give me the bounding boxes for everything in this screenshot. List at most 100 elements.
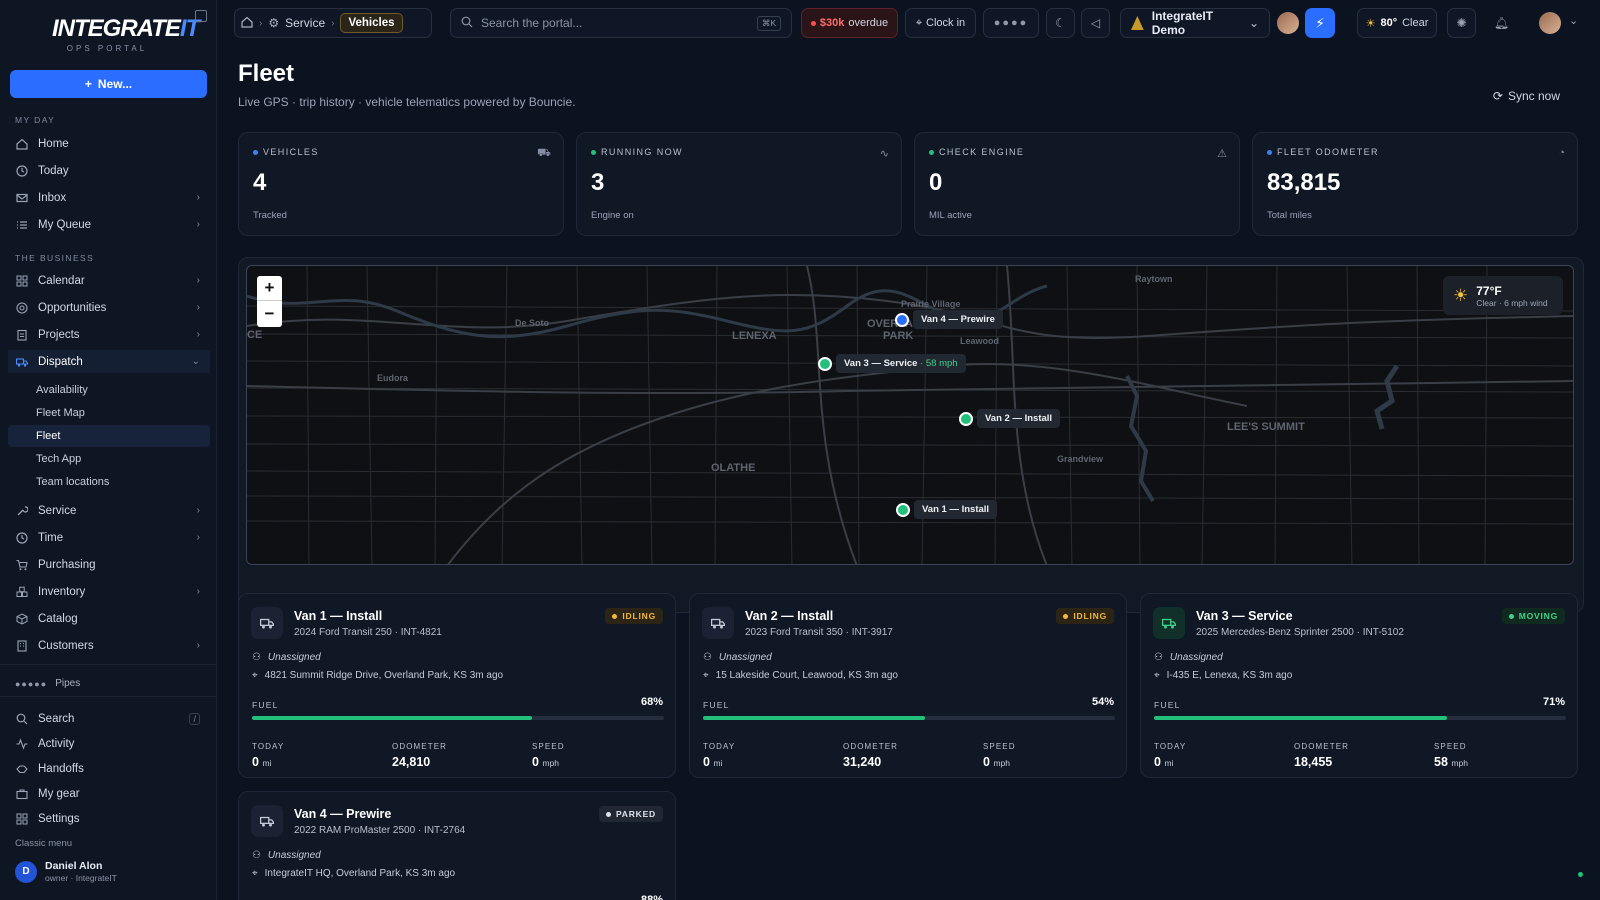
sidebar-divider	[0, 664, 217, 665]
sidebar-item-projects[interactable]: Projects ›	[8, 323, 210, 346]
activity-icon: ∿	[879, 148, 889, 160]
sidebar-item-time[interactable]: Time ›	[8, 526, 210, 549]
metric-label: TODAY	[703, 742, 736, 751]
announce-button[interactable]: ◁	[1081, 8, 1110, 38]
pipes-button[interactable]: ●●●●● Pipes	[15, 678, 80, 689]
service-gear-icon: ⚙	[268, 16, 280, 30]
breadcrumb-current[interactable]: Vehicles	[340, 13, 403, 33]
status-badge: IDLING	[1056, 608, 1114, 624]
zoom-in-button[interactable]: +	[257, 276, 282, 301]
status-dot	[1508, 613, 1514, 619]
map-marker-van4[interactable]: Van 4 — Prewire	[895, 310, 1003, 329]
sidebar-item-activity[interactable]: Activity	[8, 732, 210, 755]
map-marker-van2[interactable]: Van 2 — Install	[959, 409, 1061, 428]
sidebar-subitem-team-locations[interactable]: Team locations	[8, 471, 210, 493]
fuel-bar	[703, 716, 1115, 720]
chevron-down-icon: ⌄	[191, 356, 200, 367]
van-card[interactable]: Van 1 — Install 2024 Ford Transit 250 · I…	[238, 593, 676, 778]
avatar[interactable]	[1539, 12, 1561, 34]
sidebar-item-label: Service	[38, 504, 77, 517]
stat-note: MIL active	[929, 210, 972, 221]
sidebar-collapse-icon[interactable]	[195, 10, 207, 22]
stat-value: 0	[929, 169, 943, 196]
chevron-right-icon: ›	[196, 640, 200, 651]
truck-icon	[1153, 607, 1185, 639]
metric-speed-value: 58	[1434, 755, 1448, 769]
theme-button[interactable]: ✺	[1447, 8, 1476, 38]
sidebar-item-calendar[interactable]: Calendar ›	[8, 269, 210, 292]
metric-odometer: 31,240	[843, 755, 882, 769]
sidebar-item-customers[interactable]: Customers ›	[8, 634, 210, 657]
sidebar-item-service[interactable]: Service ›	[8, 499, 210, 522]
sidebar-subitem-fleet-map[interactable]: Fleet Map	[8, 402, 210, 424]
sidebar-item-handoffs[interactable]: Handoffs	[8, 757, 210, 780]
building-icon	[16, 639, 28, 652]
van-card[interactable]: Van 2 — Install 2023 Ford Transit 350 · I…	[689, 593, 1127, 778]
fleet-map[interactable]: Raytown Prairie Village De Soto LENEXA O…	[246, 265, 1574, 565]
search-placeholder: Search the portal...	[481, 16, 583, 30]
sidebar-item-inbox[interactable]: Inbox ›	[8, 186, 210, 209]
home-icon[interactable]	[241, 16, 253, 31]
search-icon	[16, 713, 28, 725]
map-place-label: LENEXA	[732, 330, 777, 342]
sidebar-item-home[interactable]: Home	[8, 132, 210, 155]
metric-label: SPEED	[983, 742, 1016, 751]
stat-note: Tracked	[253, 210, 287, 221]
map-weather-widget: ☀ 77°F Clear · 6 mph wind	[1443, 276, 1563, 315]
van-card[interactable]: Van 3 — Service 2025 Mercedes-Benz Sprint…	[1140, 593, 1578, 778]
pipes-label: Pipes	[55, 678, 81, 689]
sidebar-item-my-queue[interactable]: My Queue ›	[8, 213, 210, 236]
map-marker-van3[interactable]: Van 3 — Service · 58 mph	[818, 354, 966, 373]
dark-mode-button[interactable]: ☾	[1046, 8, 1075, 38]
sidebar-item-search[interactable]: Search /	[8, 707, 210, 730]
logo[interactable]: INTEGRATEIT OPS PORTAL	[52, 15, 200, 55]
sidebar-subitem-availability[interactable]: Availability	[8, 379, 210, 401]
fuel-bar	[1154, 716, 1566, 720]
clock-icon	[16, 164, 28, 177]
zoom-out-button[interactable]: −	[257, 301, 282, 326]
marker-pin	[959, 411, 973, 426]
van-card[interactable]: Van 4 — Prewire 2022 RAM ProMaster 2500 ·…	[238, 791, 676, 900]
sidebar-item-purchasing[interactable]: Purchasing	[8, 553, 210, 576]
sidebar-divider	[0, 696, 217, 697]
sidebar-subitem-tech-app[interactable]: Tech App	[8, 448, 210, 470]
quick-actions-button[interactable]: ⚡	[1305, 8, 1335, 38]
overdue-badge[interactable]: $30k overdue	[801, 8, 898, 38]
sync-now-button[interactable]: ⟳ Sync now	[1493, 89, 1560, 103]
sidebar-item-dispatch[interactable]: Dispatch ⌄	[8, 350, 210, 373]
new-button[interactable]: + New...	[10, 70, 207, 98]
sidebar-subitem-fleet[interactable]: Fleet	[8, 425, 210, 447]
sidebar-item-catalog[interactable]: Catalog	[8, 607, 210, 630]
activity-icon	[16, 737, 28, 750]
van-name: Van 1 — Install	[294, 609, 383, 623]
clock-in-button[interactable]: ⌖ Clock in	[905, 8, 976, 38]
logo-subtitle: OPS PORTAL	[66, 44, 148, 53]
notifications-button[interactable]: 🔔︎	[1487, 8, 1516, 38]
metric-today-value: 0	[1154, 755, 1161, 769]
cart-icon	[16, 559, 28, 571]
sidebar-item-today[interactable]: Today	[8, 159, 210, 182]
sidebar-item-settings[interactable]: Settings	[8, 807, 210, 830]
weather-widget[interactable]: ☀ 80° Clear	[1357, 8, 1437, 38]
org-switcher[interactable]: IntegrateIT Demo ⌄	[1120, 8, 1270, 38]
sidebar-item-inventory[interactable]: Inventory ›	[8, 580, 210, 603]
bolt-icon: ⚡	[1315, 14, 1325, 31]
avatar[interactable]	[1277, 12, 1299, 34]
chevron-down-icon[interactable]: ⌄	[1569, 14, 1578, 27]
main-content: Fleet Live GPS · trip history · vehicle …	[217, 46, 1600, 900]
location-row: ⌖ 4821 Summit Ridge Drive, Overland Park,…	[252, 670, 503, 681]
map-marker-van1[interactable]: Van 1 — Install	[896, 500, 998, 519]
user-profile[interactable]: D Daniel Alon owner · IntegrateIT	[15, 860, 117, 883]
map-place-label: Raytown	[1135, 274, 1173, 284]
sidebar-item-opportunities[interactable]: Opportunities ›	[8, 296, 210, 319]
sidebar-item-label: Customers	[38, 639, 94, 652]
sidebar-item-my-gear[interactable]: My gear	[8, 782, 210, 805]
driver-row: ⚇ Unassigned	[252, 850, 321, 861]
classic-menu-link[interactable]: Classic menu	[15, 838, 72, 849]
apps-dots-button[interactable]: ●●●●	[983, 8, 1039, 38]
chevron-right-icon: ›	[331, 17, 335, 29]
breadcrumb-service[interactable]: Service	[285, 16, 325, 30]
status-badge: PARKED	[598, 806, 663, 822]
overdue-label: overdue	[848, 17, 889, 29]
search-input[interactable]: Search the portal... ⌘K	[450, 8, 792, 38]
